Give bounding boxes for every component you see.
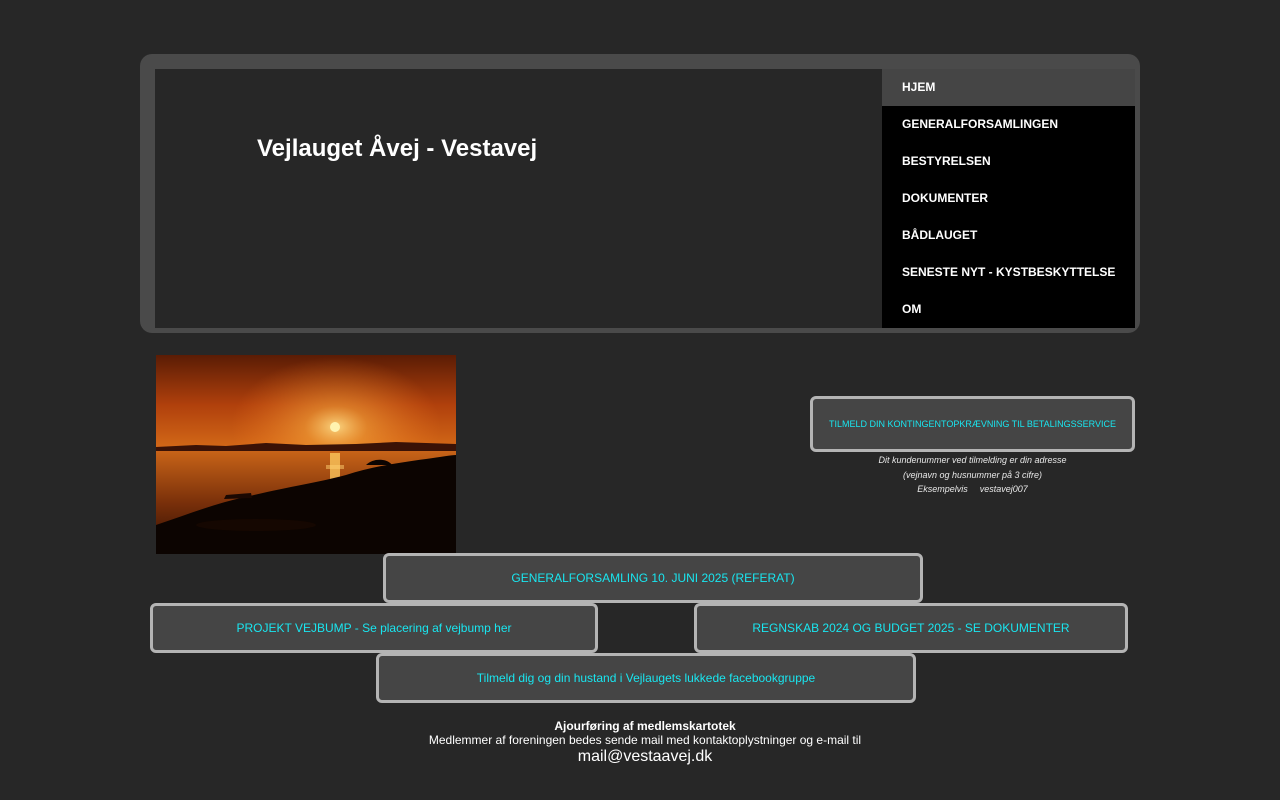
note-example-value: vestavej007	[979, 484, 1028, 494]
email-link[interactable]: mail@vestaavej.dk	[345, 749, 945, 765]
projekt-vejbump-button[interactable]: PROJEKT VEJBUMP - Se placering af vejbum…	[150, 603, 598, 653]
facebook-group-button[interactable]: Tilmeld dig og din hustand i Vejlaugets …	[376, 653, 916, 703]
note-line-1: Dit kundenummer ved tilmelding er din ad…	[878, 455, 1067, 465]
note-line-2: (vejnavn og husnummer på 3 cifre)	[902, 469, 1043, 480]
generalforsamling-button[interactable]: GENERALFORSAMLING 10. JUNI 2025 (REFERAT…	[383, 553, 923, 603]
betalingsservice-note: Dit kundenummer ved tilmelding er din ad…	[810, 453, 1135, 497]
sunset-photo	[156, 355, 456, 554]
nav-item-seneste-nyt[interactable]: SENESTE NYT - KYSTBESKYTTELSE	[882, 254, 1135, 291]
nav-item-dokumenter[interactable]: DOKUMENTER	[882, 180, 1135, 217]
nav-item-generalforsamlingen[interactable]: GENERALFORSAMLINGEN	[882, 106, 1135, 143]
nav-item-badlauget[interactable]: BÅDLAUGET	[882, 217, 1135, 254]
nav-item-om[interactable]: OM	[882, 291, 1135, 328]
header-banner	[155, 69, 882, 328]
member-registry-section: Ajourføring af medlemskartotek Medlemmer…	[345, 719, 945, 765]
betalingsservice-button[interactable]: TILMELD DIN KONTINGENTOPKRÆVNING TIL BET…	[810, 396, 1135, 452]
main-navigation: HJEM GENERALFORSAMLINGEN BESTYRELSEN DOK…	[882, 69, 1135, 328]
note-example-label: Eksempelvis	[917, 484, 968, 494]
site-title: Vejlauget Åvej - Vestavej	[257, 135, 538, 162]
member-registry-title: Ajourføring af medlemskartotek	[554, 719, 736, 733]
member-registry-text: Medlemmer af foreningen bedes sende mail…	[428, 733, 862, 747]
nav-item-hjem[interactable]: HJEM	[882, 69, 1135, 106]
regnskab-button[interactable]: REGNSKAB 2024 OG BUDGET 2025 - SE DOKUME…	[694, 603, 1128, 653]
note-example: Eksempelvis vestavej007	[810, 482, 1135, 497]
nav-item-bestyrelsen[interactable]: BESTYRELSEN	[882, 143, 1135, 180]
